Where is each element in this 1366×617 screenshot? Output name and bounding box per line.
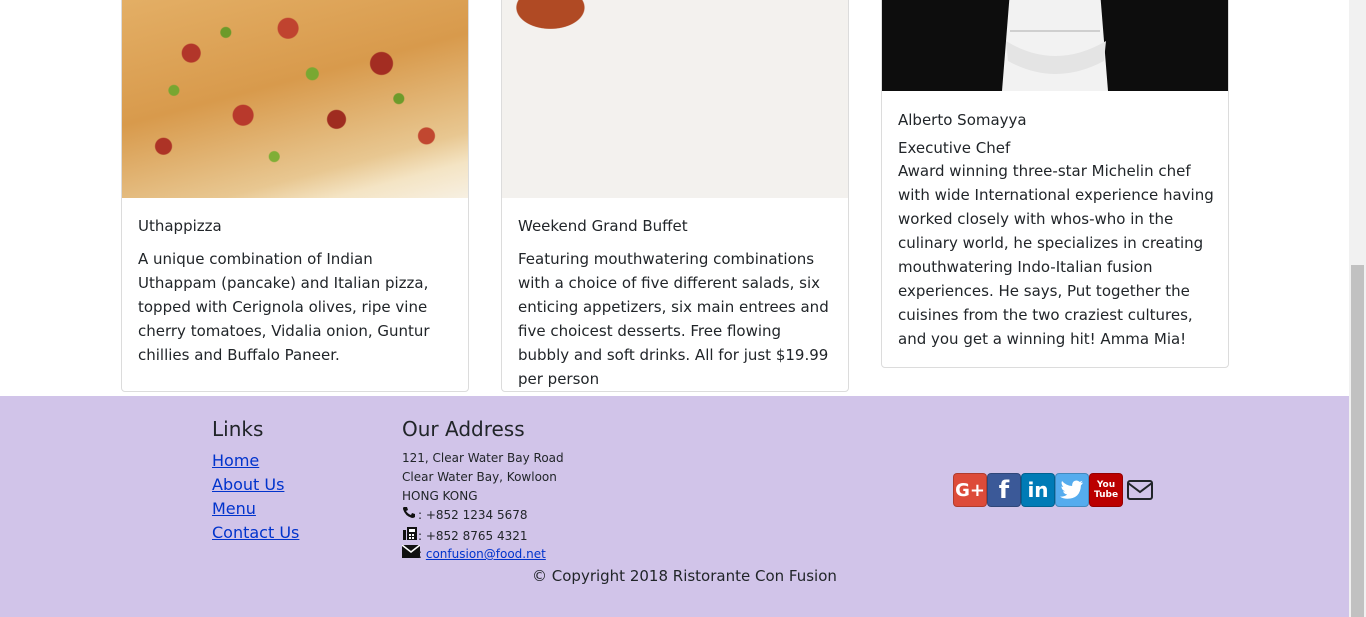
dish-card: Uthappizza A unique combination of India… — [121, 0, 469, 392]
copyright-text: © Copyright 2018 Ristorante Con Fusion — [532, 567, 837, 585]
google-plus-icon[interactable]: G+ — [953, 473, 987, 507]
footer-link-menu[interactable]: Menu — [212, 497, 256, 521]
footer-link-contact[interactable]: Contact Us — [212, 521, 299, 545]
fax-number: : +852 8765 4321 — [418, 529, 528, 543]
linkedin-glyph: in — [1027, 478, 1049, 502]
scrollbar-thumb[interactable] — [1351, 265, 1364, 617]
google-plus-glyph: G+ — [955, 479, 985, 501]
promotion-card: Weekend Grand Buffet Featuring mouthwate… — [501, 0, 849, 392]
address-line: 121, Clear Water Bay Road — [402, 451, 564, 465]
social-buttons: G+ f in You Tube — [953, 473, 1157, 507]
twitter-icon[interactable] — [1055, 473, 1089, 507]
email-link[interactable]: confusion@food.net — [426, 547, 546, 561]
phone-line: : +852 1234 5678 — [402, 506, 528, 525]
linkedin-icon[interactable]: in — [1021, 473, 1055, 507]
page-scrollbar[interactable] — [1349, 0, 1366, 617]
card-text: A unique combination of Indian Uthappam … — [138, 250, 430, 364]
address-line: Clear Water Bay, Kowloon — [402, 470, 557, 484]
email-separator: : — [418, 547, 426, 561]
pizza-image — [122, 0, 468, 198]
chef-figure — [882, 0, 1228, 91]
email-line: : confusion@food.net — [401, 544, 546, 564]
youtube-glyph: You Tube — [1094, 480, 1119, 500]
leader-card: Alberto Somayya Executive Chef Award win… — [881, 0, 1229, 368]
card-text: Award winning three-star Michelin chef w… — [898, 162, 1214, 348]
footer-link-home[interactable]: Home — [212, 449, 259, 473]
envelope-icon — [401, 544, 421, 564]
card-title: Weekend Grand Buffet — [518, 217, 688, 235]
leader-name: Alberto Somayya — [898, 111, 1027, 129]
mail-icon[interactable] — [1123, 473, 1157, 507]
buffet-image — [502, 0, 848, 198]
facebook-icon[interactable]: f — [987, 473, 1021, 507]
chef-image — [882, 0, 1228, 91]
card-title: Uthappizza — [138, 217, 222, 235]
phone-number: : +852 1234 5678 — [418, 508, 528, 522]
address-line: HONG KONG — [402, 489, 478, 503]
card-text: Featuring mouthwatering combinations wit… — [518, 250, 829, 388]
fax-icon — [402, 526, 418, 547]
twitter-bird — [1060, 480, 1083, 499]
footer-link-about[interactable]: About Us — [212, 473, 284, 497]
phone-icon — [402, 506, 418, 525]
page: Uthappizza A unique combination of India… — [0, 0, 1349, 617]
facebook-glyph: f — [998, 476, 1010, 504]
address-heading: Our Address — [402, 417, 525, 441]
fax-line: : +852 8765 4321 — [402, 526, 528, 547]
links-heading: Links — [212, 417, 264, 441]
leader-designation: Executive Chef — [898, 139, 1011, 157]
youtube-icon[interactable]: You Tube — [1089, 473, 1123, 507]
